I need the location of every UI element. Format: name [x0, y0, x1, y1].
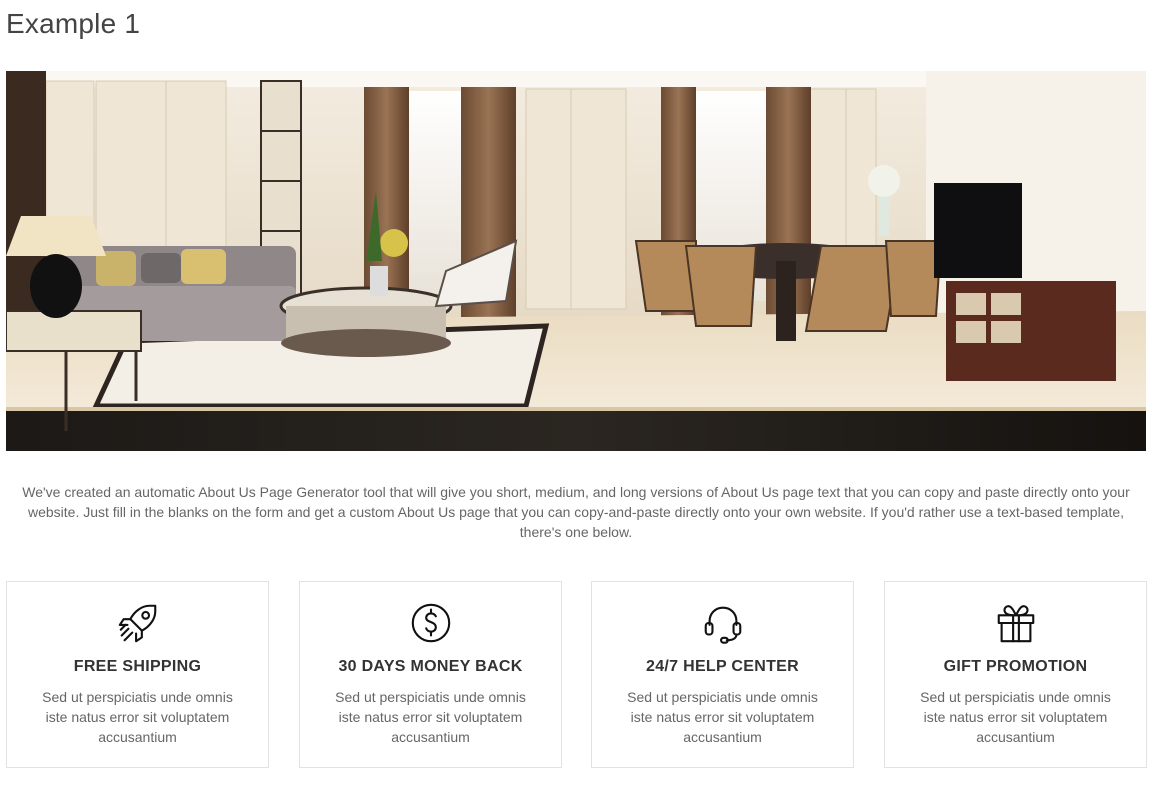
feature-card-free-shipping: FREE SHIPPING Sed ut perspiciatis unde o… [6, 581, 269, 768]
feature-title: 24/7 HELP CENTER [646, 658, 799, 675]
page-title: Example 1 [6, 8, 141, 39]
features-row: FREE SHIPPING Sed ut perspiciatis unde o… [6, 581, 1147, 768]
headset-icon [700, 600, 746, 646]
feature-description: Sed ut perspiciatis unde omnis iste natu… [335, 689, 526, 745]
feature-card-gift-promotion: GIFT PROMOTION Sed ut perspiciatis unde … [884, 581, 1147, 768]
feature-description: Sed ut perspiciatis unde omnis iste natu… [42, 689, 233, 745]
intro-paragraph: We've created an automatic About Us Page… [22, 484, 1130, 540]
hero-image [6, 71, 1146, 451]
interior-photo [6, 71, 1146, 451]
feature-title: FREE SHIPPING [73, 658, 202, 675]
feature-card-money-back: 30 DAYS MONEY BACK Sed ut perspiciatis u… [299, 581, 562, 768]
feature-description: Sed ut perspiciatis unde omnis iste natu… [920, 689, 1111, 745]
dollar-icon [408, 600, 454, 646]
feature-card-help-center: 24/7 HELP CENTER Sed ut perspiciatis und… [591, 581, 854, 768]
gift-icon [993, 600, 1039, 646]
feature-title: GIFT PROMOTION [943, 658, 1088, 675]
rocket-icon [115, 600, 161, 646]
feature-description: Sed ut perspiciatis unde omnis iste natu… [627, 689, 818, 745]
feature-title: 30 DAYS MONEY BACK [338, 658, 523, 675]
